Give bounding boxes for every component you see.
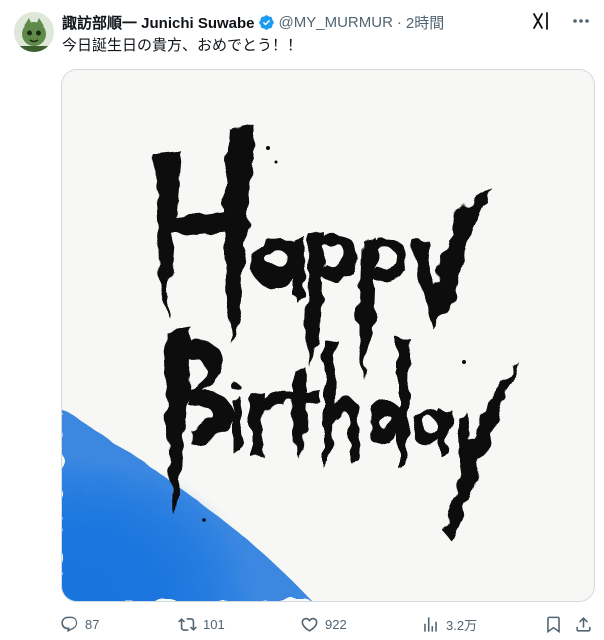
retweet-count: 101 (203, 616, 225, 632)
happy-birthday-calligraphy-image (62, 70, 594, 601)
reply-icon (61, 616, 78, 632)
tweet-text: 今日誕生日の貴方、おめでとう！！ (62, 37, 303, 54)
more-icon[interactable] (570, 10, 592, 32)
like-count: 922 (325, 616, 347, 632)
tweet-actions: 87 101 922 3.2万 (60, 612, 596, 636)
tweet-media[interactable] (61, 69, 595, 602)
verified-badge-icon (258, 14, 275, 31)
like-button[interactable]: 922 (300, 612, 347, 636)
tweet[interactable]: 諏訪部順一 Junichi Suwabe @MY_MURMUR · 2時間 今日… (0, 0, 604, 640)
views-count: 3.2万 (446, 617, 478, 633)
tweet-top-actions (530, 10, 592, 32)
timestamp[interactable]: 2時間 (406, 12, 444, 33)
grok-icon[interactable] (530, 10, 552, 32)
tweet-header: 諏訪部順一 Junichi Suwabe @MY_MURMUR · 2時間 (62, 12, 444, 32)
share-button[interactable] (574, 612, 593, 636)
separator-dot: · (396, 13, 402, 31)
bookmark-button[interactable] (544, 612, 563, 636)
retweet-button[interactable]: 101 (178, 612, 225, 636)
like-icon (301, 617, 318, 632)
views-icon (424, 616, 437, 632)
avatar-image (14, 12, 54, 52)
bookmark-icon (547, 616, 560, 633)
reply-button[interactable]: 87 (60, 612, 99, 636)
handle[interactable]: @MY_MURMUR (279, 14, 393, 31)
retweet-icon (178, 617, 197, 631)
reply-count: 87 (85, 616, 100, 632)
display-name[interactable]: 諏訪部順一 Junichi Suwabe (62, 12, 255, 33)
avatar[interactable] (14, 12, 54, 52)
views-button[interactable]: 3.2万 (421, 612, 477, 636)
share-icon (576, 616, 591, 632)
